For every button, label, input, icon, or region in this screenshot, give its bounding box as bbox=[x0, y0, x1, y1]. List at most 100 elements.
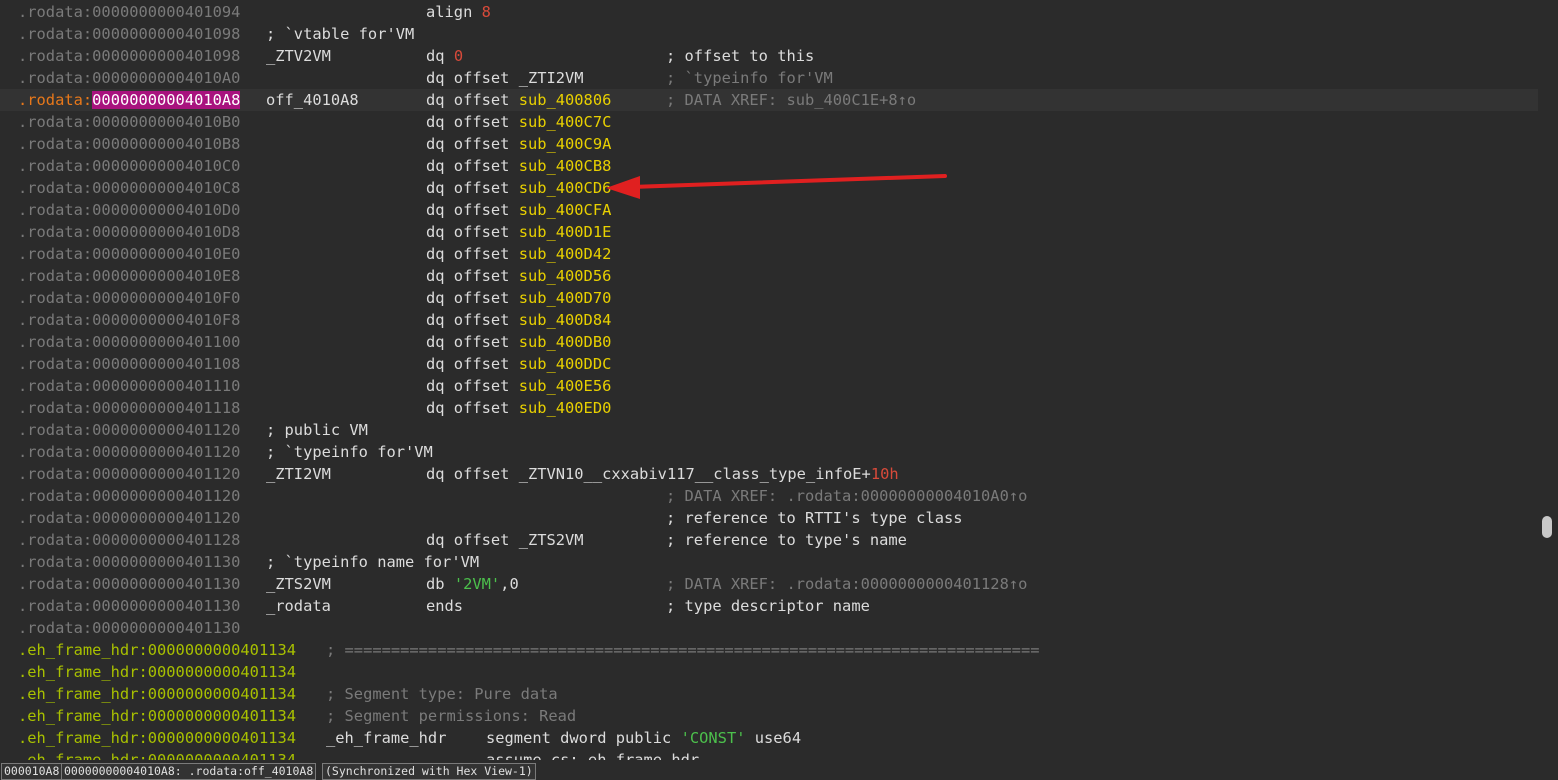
listing-line[interactable]: .rodata:00000000004010D0 dq offset sub_40… bbox=[0, 199, 1538, 221]
operand[interactable]: sub_400DDC bbox=[519, 355, 612, 373]
operand[interactable]: _ZTVN10__cxxabiv117__class_type_infoE bbox=[519, 465, 862, 483]
scrollbar-thumb[interactable] bbox=[1542, 516, 1552, 538]
address[interactable]: 0000000000401134 bbox=[148, 751, 296, 760]
address[interactable]: 00000000004010F0 bbox=[92, 289, 240, 307]
listing-line[interactable]: .rodata:00000000004010C8 dq offset sub_40… bbox=[0, 177, 1538, 199]
listing-line[interactable]: .rodata:00000000004010E0 dq offset sub_40… bbox=[0, 243, 1538, 265]
operand[interactable]: sub_400D42 bbox=[519, 245, 612, 263]
address[interactable]: 0000000000401098 bbox=[92, 25, 240, 43]
address[interactable]: 00000000004010A8 bbox=[92, 91, 241, 109]
symbol-label[interactable]: _ZTS2VM bbox=[266, 573, 331, 595]
address[interactable]: 00000000004010C0 bbox=[92, 157, 240, 175]
operand[interactable]: 0 bbox=[454, 47, 463, 65]
address[interactable]: 00000000004010E8 bbox=[92, 267, 240, 285]
symbol-label[interactable]: _rodata bbox=[266, 595, 331, 617]
address[interactable]: 0000000000401120 bbox=[92, 487, 240, 505]
address[interactable]: 0000000000401100 bbox=[92, 333, 240, 351]
address[interactable]: 00000000004010C8 bbox=[92, 179, 240, 197]
address[interactable]: 0000000000401128 bbox=[92, 531, 240, 549]
listing-line[interactable]: .rodata:0000000000401128 dq offset _ZTS2V… bbox=[0, 529, 1538, 551]
operand[interactable]: _ZTI2VM bbox=[519, 69, 584, 87]
listing-line[interactable]: .rodata:0000000000401098 ; `vtable for'VM bbox=[0, 23, 1538, 45]
listing-line[interactable]: .rodata:0000000000401118 dq offset sub_40… bbox=[0, 397, 1538, 419]
listing-line[interactable]: .eh_frame_hdr:0000000000401134 _eh_frame_… bbox=[0, 727, 1538, 749]
listing-line[interactable]: .eh_frame_hdr:0000000000401134 ; Segment … bbox=[0, 705, 1538, 727]
address[interactable]: 0000000000401120 bbox=[92, 465, 240, 483]
address[interactable]: 00000000004010B8 bbox=[92, 135, 240, 153]
address[interactable]: 00000000004010F8 bbox=[92, 311, 240, 329]
address[interactable]: 0000000000401098 bbox=[92, 47, 240, 65]
listing-line[interactable]: .rodata:00000000004010A0 dq offset _ZTI2V… bbox=[0, 67, 1538, 89]
address[interactable]: 00000000004010D0 bbox=[92, 201, 240, 219]
operand[interactable]: sub_400C9A bbox=[519, 135, 612, 153]
address[interactable]: 00000000004010D8 bbox=[92, 223, 240, 241]
symbol-label[interactable]: _ZTV2VM bbox=[266, 45, 331, 67]
xref-comment[interactable]: ; DATA XREF: .rodata:00000000004010A0↑o bbox=[666, 485, 1027, 507]
address[interactable]: 0000000000401108 bbox=[92, 355, 240, 373]
address[interactable]: 00000000004010E0 bbox=[92, 245, 240, 263]
listing-line[interactable]: .rodata:0000000000401130 bbox=[0, 617, 1538, 639]
listing-line[interactable]: .rodata:0000000000401130 _ZTS2VM db '2VM',… bbox=[0, 573, 1538, 595]
operand[interactable]: sub_400D56 bbox=[519, 267, 612, 285]
operand[interactable]: sub_400ED0 bbox=[519, 399, 612, 417]
listing-line[interactable]: .rodata:00000000004010E8 dq offset sub_40… bbox=[0, 265, 1538, 287]
listing-line[interactable]: .rodata:0000000000401120 ; reference to R… bbox=[0, 507, 1538, 529]
address[interactable]: 0000000000401120 bbox=[92, 443, 240, 461]
listing-line[interactable]: .rodata:0000000000401130 ; `typeinfo name… bbox=[0, 551, 1538, 573]
operand[interactable]: 8 bbox=[482, 3, 491, 21]
listing-line[interactable]: .rodata:0000000000401120 ; DATA XREF: .ro… bbox=[0, 485, 1538, 507]
listing-line[interactable]: .rodata:0000000000401130 _rodata ends ; typ… bbox=[0, 595, 1538, 617]
address[interactable]: 0000000000401134 bbox=[148, 641, 296, 659]
address[interactable]: 0000000000401134 bbox=[148, 685, 296, 703]
address[interactable]: 0000000000401130 bbox=[92, 619, 240, 637]
address[interactable]: 0000000000401110 bbox=[92, 377, 240, 395]
address[interactable]: 00000000004010B0 bbox=[92, 113, 240, 131]
listing-line[interactable]: .rodata:0000000000401098 _ZTV2VM dq 0 ; off… bbox=[0, 45, 1538, 67]
symbol-label[interactable]: _ZTI2VM bbox=[266, 463, 331, 485]
operand[interactable]: sub_400DB0 bbox=[519, 333, 612, 351]
listing-line[interactable]: .rodata:00000000004010F0 dq offset sub_40… bbox=[0, 287, 1538, 309]
symbol-label[interactable]: _eh_frame_hdr bbox=[326, 727, 446, 749]
operand[interactable]: sub_400E56 bbox=[519, 377, 612, 395]
operand[interactable]: sub_400D84 bbox=[519, 311, 612, 329]
operand[interactable]: sub_400D1E bbox=[519, 223, 612, 241]
xref-comment[interactable]: ; DATA XREF: .rodata:0000000000401128↑o bbox=[666, 573, 1027, 595]
address[interactable]: 0000000000401094 bbox=[92, 3, 240, 21]
operand[interactable]: sub_400C7C bbox=[519, 113, 612, 131]
listing-line[interactable]: .rodata:0000000000401120 _ZTI2VM dq offset… bbox=[0, 463, 1538, 485]
listing-line[interactable]: .rodata:0000000000401110 dq offset sub_40… bbox=[0, 375, 1538, 397]
operand[interactable]: sub_400806 bbox=[519, 91, 612, 109]
listing-line[interactable]: .rodata:00000000004010B0 dq offset sub_40… bbox=[0, 111, 1538, 133]
address[interactable]: 0000000000401120 bbox=[92, 421, 240, 439]
operand[interactable]: _ZTS2VM bbox=[519, 531, 584, 549]
listing-line[interactable]: .rodata:0000000000401120 ; `typeinfo for'… bbox=[0, 441, 1538, 463]
symbol-label[interactable]: off_4010A8 bbox=[266, 89, 359, 111]
address[interactable]: 0000000000401134 bbox=[148, 663, 296, 681]
operand[interactable]: sub_400D70 bbox=[519, 289, 612, 307]
listing-line[interactable]: .rodata:0000000000401120 ; public VM bbox=[0, 419, 1538, 441]
address[interactable]: 0000000000401134 bbox=[148, 707, 296, 725]
disassembly-listing[interactable]: .rodata:0000000000401094 align 8 .rodata:0… bbox=[0, 0, 1538, 760]
listing-line[interactable]: .eh_frame_hdr:0000000000401134 ; Segment … bbox=[0, 683, 1538, 705]
address[interactable]: 0000000000401120 bbox=[92, 509, 240, 527]
listing-line[interactable]: .rodata:0000000000401100 dq offset sub_40… bbox=[0, 331, 1538, 353]
listing-line[interactable]: .rodata:00000000004010C0 dq offset sub_40… bbox=[0, 155, 1538, 177]
operand[interactable]: sub_400CD6 bbox=[519, 179, 612, 197]
address[interactable]: 0000000000401134 bbox=[148, 729, 296, 747]
address[interactable]: 0000000000401118 bbox=[92, 399, 240, 417]
listing-line[interactable]: .rodata:00000000004010B8 dq offset sub_40… bbox=[0, 133, 1538, 155]
address[interactable]: 00000000004010A0 bbox=[92, 69, 240, 87]
listing-line[interactable]: .eh_frame_hdr:0000000000401134 assume cs:… bbox=[0, 749, 1538, 760]
operand[interactable]: sub_400CB8 bbox=[519, 157, 612, 175]
listing-line[interactable]: .eh_frame_hdr:0000000000401134 ; ========… bbox=[0, 639, 1538, 661]
vertical-scrollbar[interactable] bbox=[1538, 0, 1558, 760]
listing-line[interactable]: .rodata:00000000004010A8 off_4010A8 dq off… bbox=[0, 89, 1538, 111]
listing-line[interactable]: .rodata:00000000004010D8 dq offset sub_40… bbox=[0, 221, 1538, 243]
address[interactable]: 0000000000401130 bbox=[92, 553, 240, 571]
listing-line[interactable]: .rodata:0000000000401108 dq offset sub_40… bbox=[0, 353, 1538, 375]
operand[interactable]: sub_400CFA bbox=[519, 201, 612, 219]
address[interactable]: 0000000000401130 bbox=[92, 597, 240, 615]
address[interactable]: 0000000000401130 bbox=[92, 575, 240, 593]
listing-line[interactable]: .rodata:0000000000401094 align 8 bbox=[0, 1, 1538, 23]
listing-line[interactable]: .eh_frame_hdr:0000000000401134 bbox=[0, 661, 1538, 683]
